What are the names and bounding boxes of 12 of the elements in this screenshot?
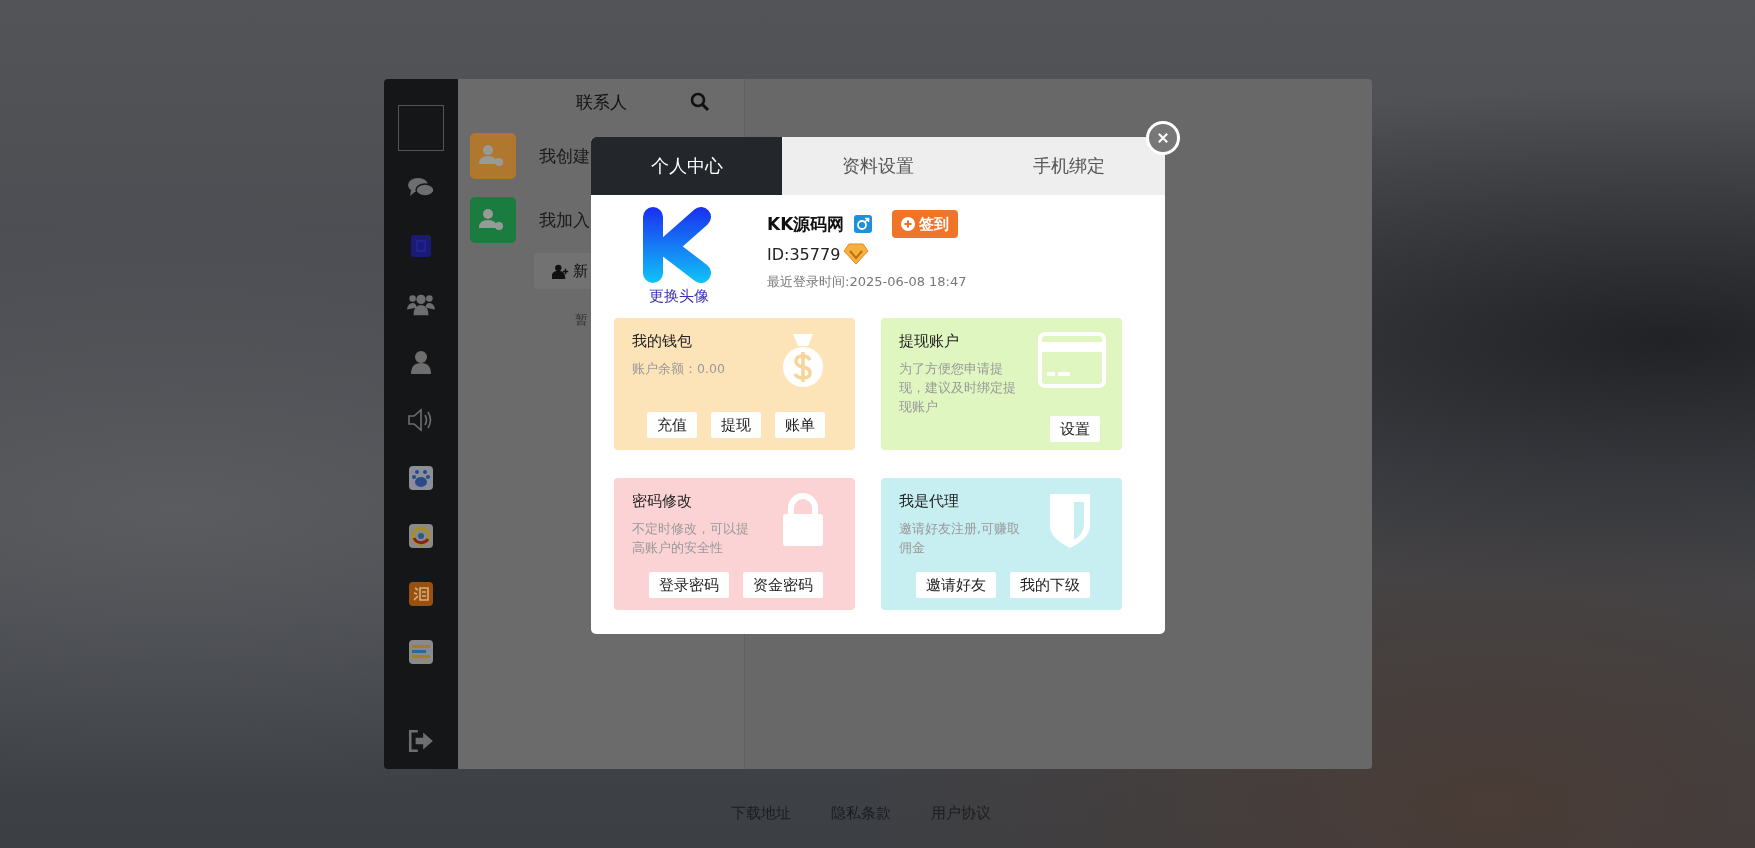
card-title: 我的钱包 — [632, 332, 693, 351]
card-title: 密码修改 — [632, 492, 693, 511]
card-description: 账户余额：0.00 — [632, 360, 726, 378]
last-login-time: 最近登录时间:2025-06-08 18:47 — [767, 273, 967, 291]
panel-title: 联系人 — [575, 90, 627, 114]
card-title: 我是代理 — [899, 492, 960, 511]
card-description: 为了方便您申请提现，建议及时绑定提现账户 — [899, 360, 1017, 416]
username: KK源码网 — [767, 212, 845, 236]
card-description: 邀请好友注册,可赚取佣金 — [899, 520, 1021, 557]
card-title: 提现账户 — [899, 332, 960, 351]
user-id: ID:35779 — [767, 244, 841, 264]
card-description: 不定时修改，可以提高账户的安全性 — [632, 520, 750, 557]
